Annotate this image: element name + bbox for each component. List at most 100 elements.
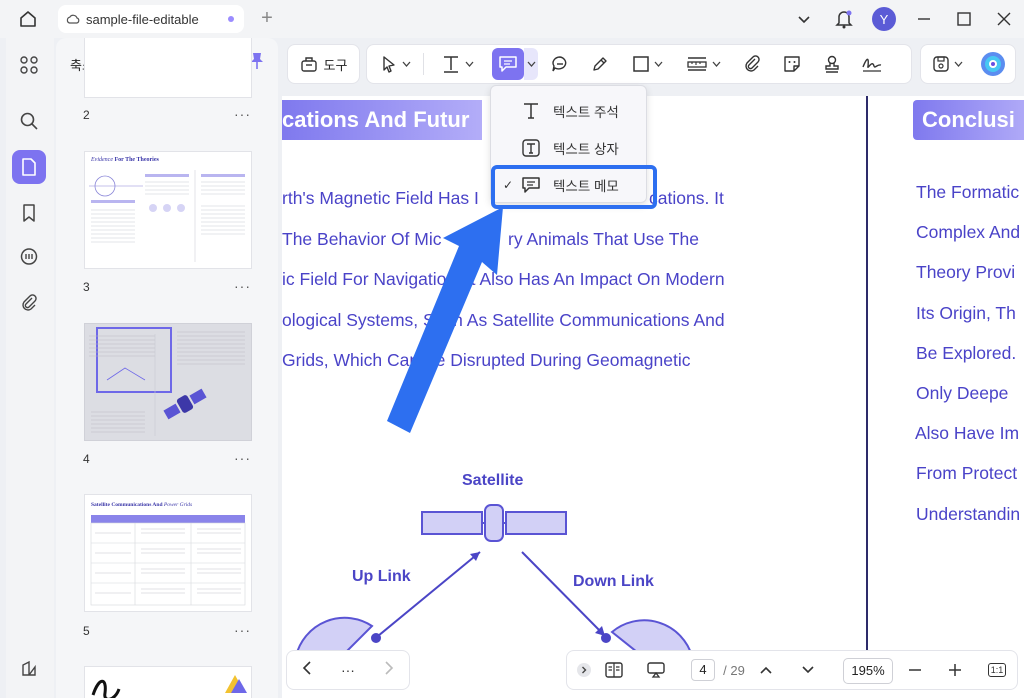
- attach-tool[interactable]: [732, 44, 772, 84]
- text-tool[interactable]: [424, 44, 490, 84]
- text-box-icon: [522, 139, 540, 157]
- page-nav-right: 4 / 29 195% 1:1: [566, 650, 1018, 690]
- sticker-icon: [784, 56, 800, 72]
- comment-icon: [20, 248, 38, 265]
- chat-bubble-icon: [552, 56, 567, 72]
- unsaved-dot: [228, 16, 234, 22]
- previous-button[interactable]: [302, 660, 312, 680]
- thumbnail-preview: [90, 515, 246, 606]
- cloud-icon: [66, 13, 80, 25]
- zoom-out-button[interactable]: [903, 651, 927, 689]
- tab-title: sample-file-editable: [86, 11, 199, 27]
- rail-layers-button[interactable]: [12, 652, 46, 686]
- thumbnail-page-4[interactable]: [84, 323, 252, 441]
- collapse-button[interactable]: [573, 651, 595, 689]
- thumbnail-preview: [89, 327, 245, 436]
- page-more-button[interactable]: ···: [234, 622, 251, 638]
- pencil-tool[interactable]: [580, 44, 620, 84]
- menu-item-text-annotation[interactable]: 텍스트 주석: [491, 94, 648, 128]
- thumbnail-page-2[interactable]: [84, 38, 252, 98]
- rail-attachment-button[interactable]: [12, 286, 46, 320]
- stamp-tool[interactable]: [812, 44, 852, 84]
- rail-bookmark-button[interactable]: [12, 196, 46, 230]
- notification-button[interactable]: [824, 0, 864, 38]
- thumbnail-page-3[interactable]: Evidence For The Theories: [84, 151, 252, 269]
- layers-icon: [22, 660, 36, 676]
- plus-icon: [949, 664, 961, 676]
- save-button[interactable]: [921, 44, 973, 84]
- signature-tool[interactable]: [852, 44, 892, 84]
- zoom-level-input[interactable]: 195%: [843, 658, 893, 684]
- maximize-button[interactable]: [944, 0, 984, 38]
- text-comment-dropdown[interactable]: [524, 48, 538, 80]
- page-view-button[interactable]: [599, 651, 629, 689]
- tools-label: 도구: [323, 57, 348, 73]
- tools-button[interactable]: 도구: [288, 44, 359, 84]
- paperclip-icon: [22, 294, 37, 311]
- ai-assistant-icon: [981, 52, 1005, 76]
- rail-apps-button[interactable]: [12, 48, 46, 82]
- chevron-down-icon: [465, 61, 473, 67]
- save-group: [920, 44, 1016, 84]
- page-more-button[interactable]: ···: [234, 106, 251, 122]
- ruler-icon: [686, 57, 707, 71]
- actual-size-button[interactable]: 1:1: [985, 651, 1009, 689]
- page-up-button[interactable]: [755, 651, 777, 689]
- next-button[interactable]: [384, 660, 394, 680]
- total-pages: / 29: [723, 662, 745, 678]
- shape-tool[interactable]: [620, 44, 674, 84]
- bookmark-icon: [23, 204, 35, 222]
- new-tab-button[interactable]: +: [256, 6, 278, 30]
- rail-search-button[interactable]: [12, 104, 46, 138]
- presentation-icon: [647, 662, 665, 678]
- document-tab[interactable]: sample-file-editable: [58, 5, 244, 33]
- text-comment-tool[interactable]: [490, 44, 540, 84]
- avatar-button[interactable]: Y: [864, 0, 904, 38]
- rail-comments-button[interactable]: [12, 240, 46, 274]
- home-icon: [20, 11, 36, 27]
- zoom-in-button[interactable]: [943, 651, 967, 689]
- pencil-icon: [593, 57, 607, 71]
- measure-tool[interactable]: [674, 44, 732, 84]
- select-tool[interactable]: [367, 44, 423, 84]
- chevron-down-button[interactable]: [784, 0, 824, 38]
- page-number: 2: [83, 108, 90, 122]
- chevron-left-icon: [302, 660, 311, 675]
- tools-group: 도구: [287, 44, 360, 84]
- page-more-button[interactable]: ···: [234, 278, 251, 294]
- sticker-tool[interactable]: [772, 44, 812, 84]
- chevron-right-icon: [385, 660, 394, 675]
- page-number: 4: [83, 452, 90, 466]
- pin-button[interactable]: [250, 52, 264, 75]
- rectangle-icon: [632, 56, 649, 72]
- page-number-input[interactable]: 4: [691, 659, 715, 681]
- rail-thumbnails-button[interactable]: [12, 150, 46, 184]
- close-button[interactable]: [984, 0, 1024, 38]
- page-more-button[interactable]: ···: [234, 450, 251, 466]
- page-nav-left: ···: [286, 650, 410, 690]
- thumbnail-preview: [89, 170, 245, 262]
- grid-icon: [20, 56, 38, 74]
- comment-tool[interactable]: [540, 44, 580, 84]
- thumbnail-preview: [91, 675, 247, 698]
- ai-assistant-button[interactable]: [973, 44, 1013, 84]
- minimize-button[interactable]: [904, 0, 944, 38]
- thumbnail-title: Evidence For The Theories: [91, 157, 159, 163]
- chevron-up-icon: [760, 666, 772, 674]
- avatar: Y: [872, 7, 896, 31]
- presentation-button[interactable]: [641, 651, 671, 689]
- thumbnail-page-5[interactable]: Satellite Communications And Power Grids: [84, 494, 252, 612]
- page-down-button[interactable]: [797, 651, 819, 689]
- page-icon: [22, 158, 36, 176]
- stamp-icon: [825, 55, 839, 73]
- thumbnail-page-6[interactable]: [84, 666, 252, 698]
- thumbnail-title: Satellite Communications And Power Grids: [91, 502, 193, 508]
- text-icon: [524, 103, 538, 119]
- home-button[interactable]: [14, 6, 42, 32]
- left-rail: [6, 38, 54, 698]
- more-button[interactable]: ···: [341, 662, 355, 678]
- toolbox-icon: [300, 57, 317, 72]
- menu-item-text-box[interactable]: 텍스트 상자: [491, 131, 648, 165]
- chevron-down-icon: [802, 666, 814, 674]
- note-icon: [499, 56, 517, 72]
